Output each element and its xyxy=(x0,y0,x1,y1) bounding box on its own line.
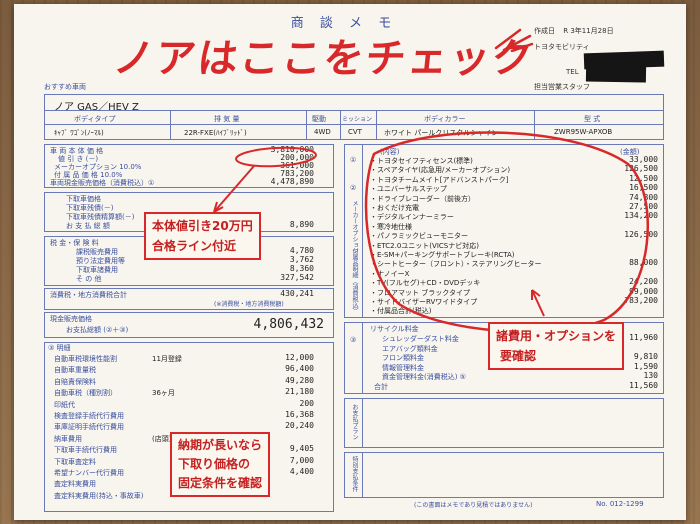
red-ink-overlay xyxy=(213,131,650,333)
options-note-line1: 諸費用・オプションを xyxy=(496,329,617,343)
options-note-line2: 要確認 xyxy=(500,349,537,363)
discount-note-line2: 合格ライン付近 xyxy=(152,239,237,253)
quotation-paper: 商 談 メ モ ノアはここをチェック 作成日 R 3年11月28日 トヨタモビリ… xyxy=(14,4,686,520)
options-note: 諸費用・オプションを 要確認 xyxy=(488,322,625,370)
tradein-note-line2: 下取り価格の xyxy=(178,457,251,471)
tradein-note-line3: 固定条件を確認 xyxy=(178,476,263,490)
tradein-note: 納期が長いなら 下取り価格の 固定条件を確認 xyxy=(170,432,271,497)
discount-note: 本体値引き20万円 合格ライン付近 xyxy=(144,212,261,260)
discount-note-line1: 本体値引き20万円 xyxy=(152,219,253,233)
tradein-note-line1: 納期が長いなら xyxy=(178,438,263,452)
